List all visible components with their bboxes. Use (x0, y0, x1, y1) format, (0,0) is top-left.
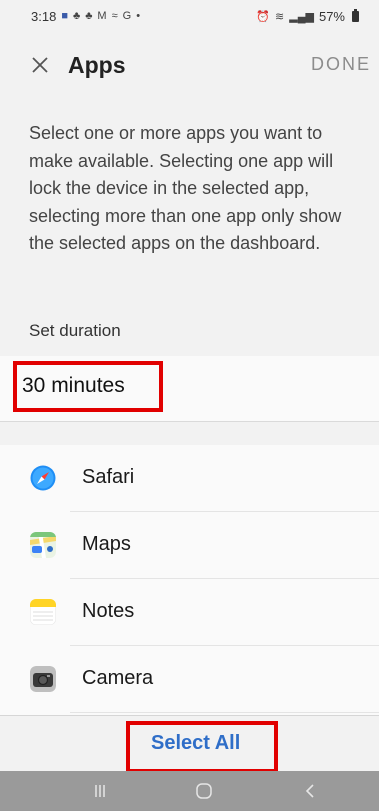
duration-value: 30 minutes (22, 374, 125, 397)
page-title: Apps (68, 52, 126, 78)
battery-icon (352, 8, 359, 22)
app-label: Safari (82, 466, 135, 488)
google-icon: G (122, 10, 132, 22)
signal-icon: ▂▄▆ (289, 10, 314, 23)
back-icon[interactable] (302, 782, 318, 800)
notification-icon: ■ (61, 10, 68, 22)
status-right: ⏰ ≋ ▂▄▆ 57% (256, 8, 359, 24)
app-label: Camera (82, 667, 154, 689)
maps-icon (30, 532, 56, 558)
footer-bar: Select All (0, 715, 379, 773)
camera-icon (30, 666, 56, 692)
close-icon[interactable] (29, 54, 51, 76)
battery-percent: 57% (318, 8, 345, 24)
system-nav-bar (0, 771, 379, 811)
app-item-notes[interactable]: Notes (0, 579, 379, 646)
app-item-camera[interactable]: Camera (0, 646, 379, 713)
set-duration-label: Set duration (29, 321, 121, 340)
notification-icon: ♣ (72, 10, 81, 22)
gmail-icon: M (97, 10, 107, 22)
status-left: 3:18 ■ ♣ ♣ M ≈ G • (31, 9, 140, 24)
app-label: Maps (82, 533, 131, 555)
header: Apps DONE (0, 44, 379, 88)
app-item-safari[interactable]: Safari (0, 445, 379, 512)
app-list: Safari Maps Notes Camera (0, 445, 379, 715)
home-icon[interactable] (195, 782, 213, 800)
done-button[interactable]: DONE (311, 54, 371, 75)
select-all-button[interactable]: Select All (151, 732, 240, 755)
safari-icon (30, 465, 56, 491)
status-time: 3:18 (31, 8, 57, 24)
notes-icon (30, 599, 56, 625)
dot-icon: • (136, 10, 141, 22)
app-label: Notes (82, 600, 135, 622)
recent-apps-icon[interactable] (92, 783, 108, 799)
description-text: Select one or more apps you want to make… (29, 123, 342, 253)
duration-selector[interactable]: 30 minutes (0, 356, 379, 422)
wifi-icon: ≋ (275, 10, 285, 23)
notification-icon: ♣ (85, 10, 93, 22)
status-bar: 3:18 ■ ♣ ♣ M ≈ G • ⏰ ≋ ▂▄▆ 57% (0, 0, 379, 32)
alarm-icon: ⏰ (256, 10, 271, 23)
notification-icon: ≈ (111, 10, 118, 22)
app-item-maps[interactable]: Maps (0, 512, 379, 579)
